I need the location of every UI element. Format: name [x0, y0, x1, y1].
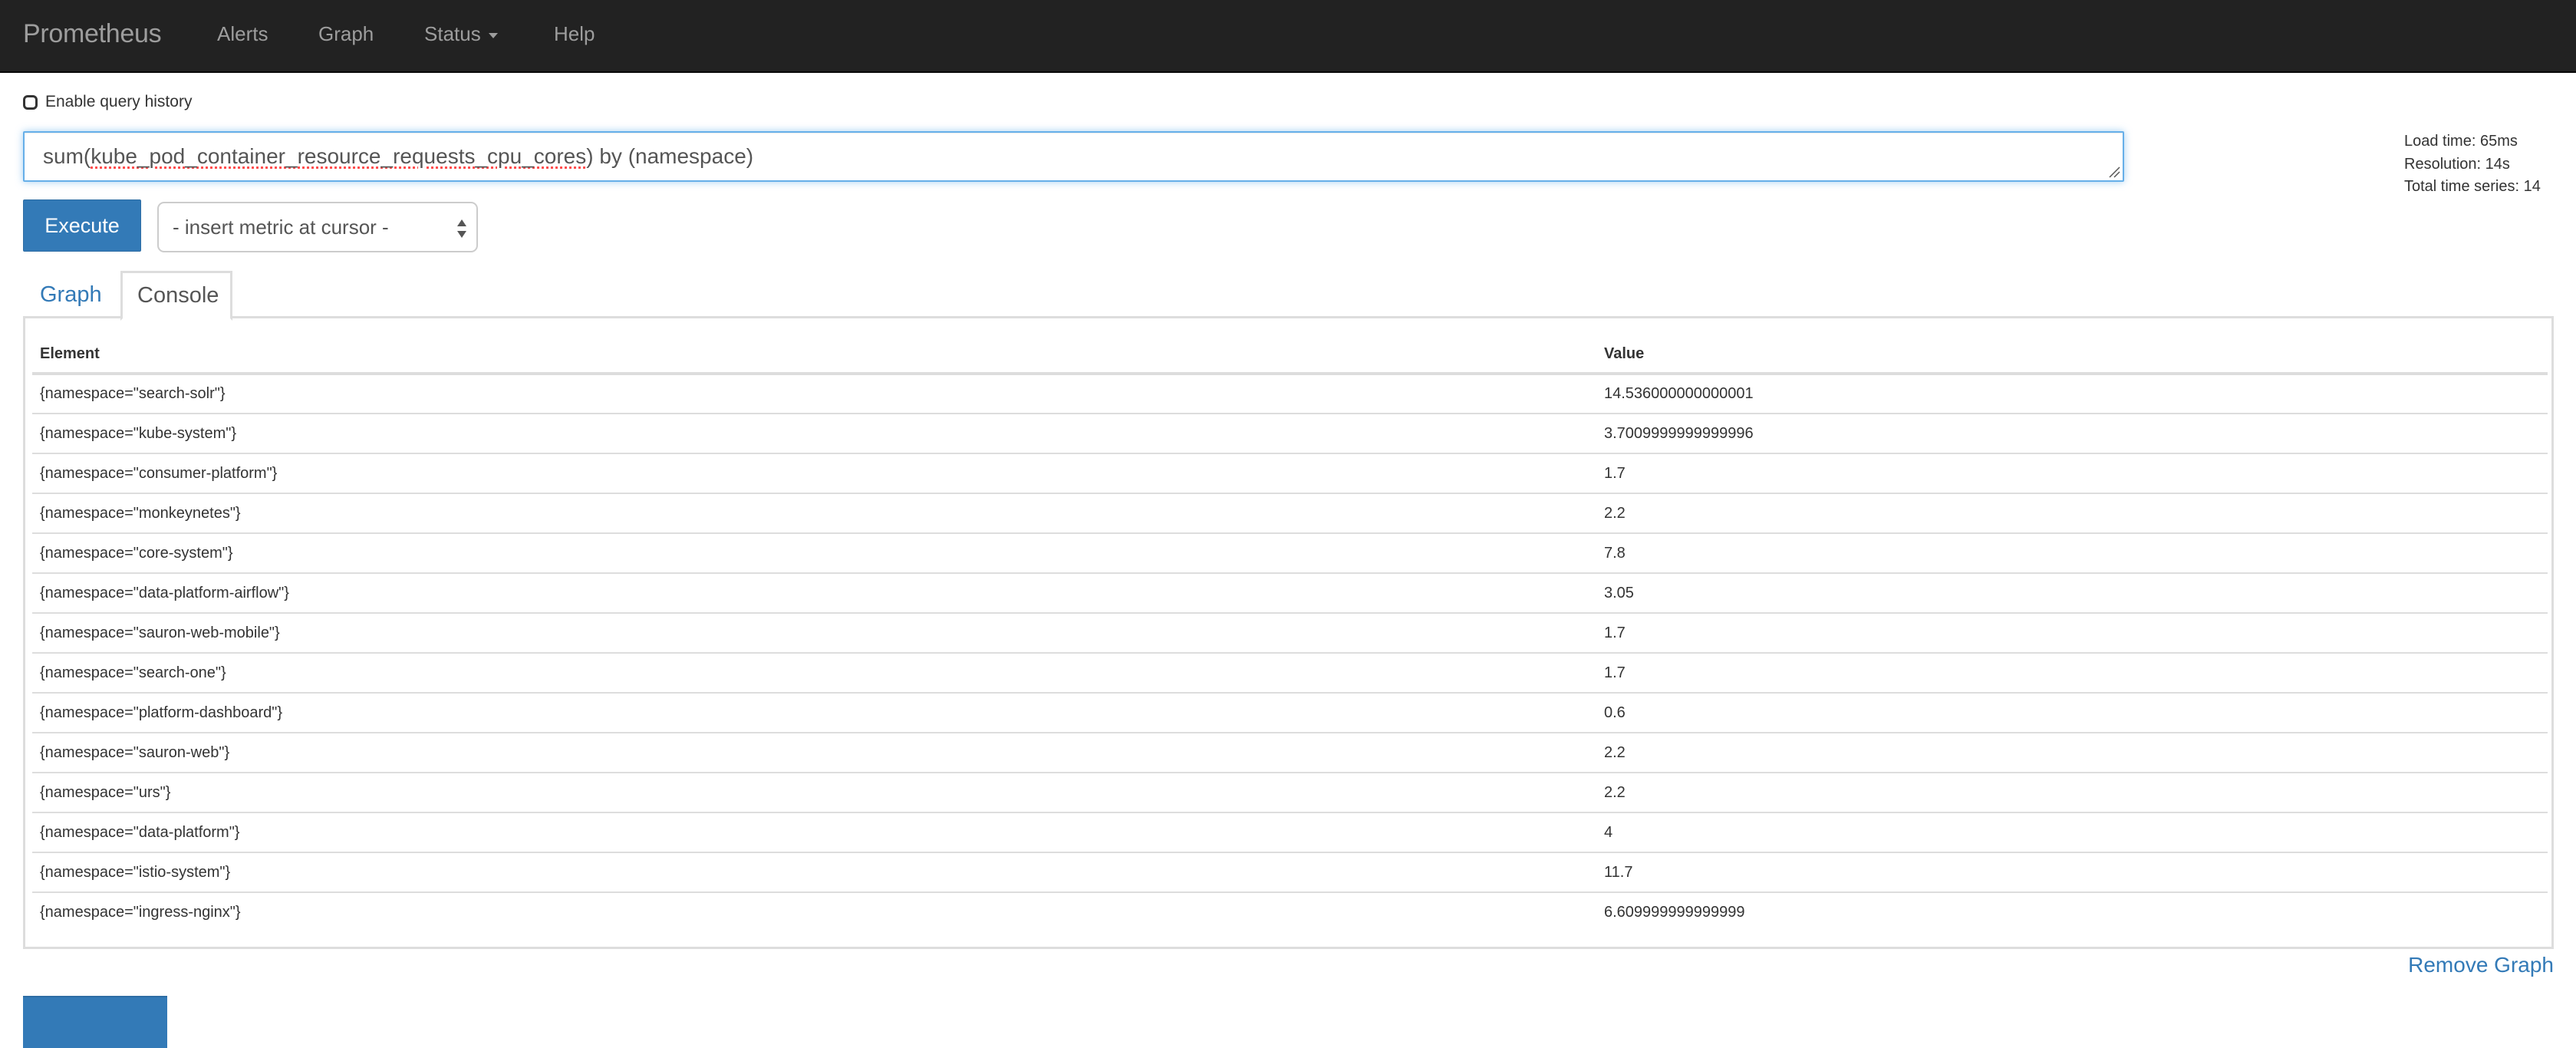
expression-text: sum(kube_pod_container_resource_requests… [43, 143, 753, 170]
insert-metric-select-value: - insert metric at cursor - [173, 216, 389, 239]
caret-down-icon [488, 32, 498, 38]
load-time: Load time: 65ms [2404, 133, 2518, 150]
cell-value: 11.7 [1596, 852, 2548, 893]
cell-element: {namespace="monkeynetes"} [32, 493, 1596, 534]
table-row: {namespace="sauron-web-mobile"} 1.7 [32, 613, 2548, 654]
expression-metric: kube_pod_container_resource_requests_cpu… [91, 144, 587, 168]
table-row: {namespace="data-platform-airflow"} 3.05 [32, 573, 2548, 614]
query-history-label[interactable]: Enable query history [45, 93, 192, 111]
execute-button[interactable]: Execute [23, 199, 141, 252]
header-element: Element [32, 316, 1596, 375]
expression-prefix: sum( [43, 144, 91, 168]
cell-value: 14.536000000000001 [1596, 374, 2548, 414]
brand-link[interactable]: Prometheus [23, 17, 162, 51]
cell-element: {namespace="istio-system"} [32, 852, 1596, 893]
nav-item-alerts[interactable]: Alerts [217, 20, 268, 48]
cell-value: 0.6 [1596, 693, 2548, 733]
cell-element: {namespace="data-platform"} [32, 812, 1596, 853]
cell-element: {namespace="search-solr"} [32, 374, 1596, 414]
select-arrows-icon [457, 219, 466, 238]
expression-suffix: ) by (namespace) [586, 144, 754, 168]
cell-element: {namespace="ingress-nginx"} [40, 904, 241, 921]
expression-input[interactable]: sum(kube_pod_container_resource_requests… [23, 131, 2124, 182]
insert-metric-select[interactable]: - insert metric at cursor - [157, 202, 478, 252]
table-row: {namespace="core-system"} 7.8 [32, 533, 2548, 574]
nav-item-help[interactable]: Help [554, 20, 595, 48]
console-table: Element Value {namespace="search-solr"} 1… [32, 316, 2548, 932]
cell-element: {namespace="kube-system"} [32, 414, 1596, 454]
table-row: {namespace="consumer-platform"} 1.7 [32, 453, 2548, 494]
table-row: {namespace="platform-dashboard"} 0.6 [32, 693, 2548, 733]
query-history-toggle: Enable query history [23, 91, 192, 114]
cell-value: 3.7009999999999996 [1596, 414, 2548, 454]
cell-element: {namespace="platform-dashboard"} [32, 693, 1596, 733]
cell-element: {namespace="sauron-web-mobile"} [32, 613, 1596, 654]
cell-value: 7.8 [1596, 533, 2548, 574]
table-row: {namespace="istio-system"} 11.7 [32, 852, 2548, 893]
query-history-checkbox[interactable] [23, 94, 38, 110]
cell-value: 6.609999999999999 [1604, 904, 1745, 921]
tab-bar: Graph Console [23, 271, 2554, 321]
cell-value: 3.05 [1596, 573, 2548, 614]
console-panel: Element Value {namespace="search-solr"} 1… [23, 316, 2554, 949]
cell-value: 2.2 [1596, 733, 2548, 773]
table-row: {namespace="search-solr"} 14.536000000000… [32, 374, 2548, 414]
cell-value: 2.2 [1596, 773, 2548, 813]
resolution: Resolution: 14s [2404, 155, 2510, 173]
cell-value: 1.7 [1596, 653, 2548, 694]
table-row: {namespace="monkeynetes"} 2.2 [32, 493, 2548, 534]
cell-element: {namespace="data-platform-airflow"} [32, 573, 1596, 614]
query-stats: Load time: 65ms Resolution: 14s Total ti… [2404, 130, 2541, 199]
add-graph-button[interactable] [23, 996, 167, 1048]
nav-item-graph[interactable]: Graph [318, 20, 374, 48]
table-row: {namespace="data-platform"} 4 [32, 812, 2548, 853]
table-row: {namespace="kube-system"} 3.7009999999999… [32, 414, 2548, 454]
table-row: {namespace="search-one"} 1.7 [32, 653, 2548, 694]
table-row: {namespace="sauron-web"} 2.2 [32, 733, 2548, 773]
cell-element: {namespace="consumer-platform"} [32, 453, 1596, 494]
cell-element: {namespace="core-system"} [32, 533, 1596, 574]
table-row: {namespace="ingress-nginx"} 6.60999999999… [32, 892, 2548, 932]
cell-element: {namespace="urs"} [32, 773, 1596, 813]
tab-console[interactable]: Console [120, 271, 232, 321]
total-time-series: Total time series: 14 [2404, 178, 2541, 195]
nav-item-status-label: Status [424, 22, 481, 45]
cell-value: 4 [1596, 812, 2548, 853]
nav-item-status[interactable]: Status [424, 20, 498, 48]
remove-graph-link[interactable]: Remove Graph [2408, 952, 2554, 978]
navbar: Prometheus Alerts Graph Status Help [0, 0, 2576, 73]
cell-value: 1.7 [1596, 613, 2548, 654]
tab-graph[interactable]: Graph [23, 271, 119, 318]
resize-handle-icon[interactable] [2108, 166, 2120, 178]
table-row: {namespace="urs"} 2.2 [32, 773, 2548, 813]
cell-value: 2.2 [1596, 493, 2548, 534]
header-value: Value [1596, 316, 2548, 375]
cell-value: 1.7 [1596, 453, 2548, 494]
cell-element: {namespace="search-one"} [32, 653, 1596, 694]
table-header-row: Element Value [32, 316, 2548, 375]
cell-element: {namespace="sauron-web"} [32, 733, 1596, 773]
